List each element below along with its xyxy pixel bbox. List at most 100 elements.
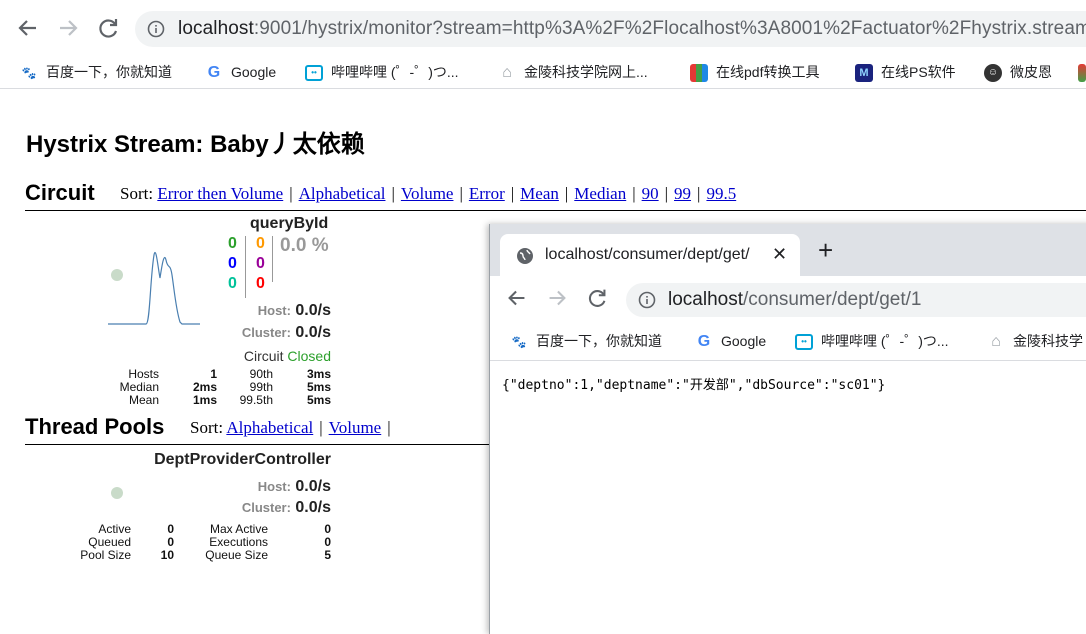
pool-sort-alphabetical-link[interactable]: Alphabetical [226, 418, 313, 437]
bookmark-pdf[interactable]: 在线pdf转换工具 [690, 60, 819, 84]
queue-size-value: 5 [324, 548, 331, 562]
google-icon: G [697, 333, 711, 351]
cluster-label: Cluster: [241, 500, 291, 515]
paw-icon: 🐾 [511, 335, 527, 350]
popup-address-bar[interactable]: localhost/consumer/dept/get/1 [626, 283, 1086, 317]
rejected-count: 0 [256, 255, 265, 272]
address-bar[interactable]: localhost:9001/hystrix/monitor?stream=ht… [135, 11, 1086, 47]
back-button[interactable] [14, 14, 42, 42]
reload-button[interactable] [94, 14, 122, 42]
thread-pools-divider [25, 444, 490, 445]
separator: | [319, 418, 323, 437]
paw-icon: 🐾 [21, 66, 37, 81]
bookmark-label: 百度一下，你就知道 [46, 64, 172, 80]
popup-back-button[interactable] [504, 285, 530, 316]
separator: | [289, 184, 293, 203]
cluster-label: Cluster: [241, 325, 291, 340]
cluster-rate-row: Cluster: 0.0/s [242, 324, 331, 342]
address-url: localhost:9001/hystrix/monitor?stream=ht… [178, 18, 1086, 40]
counts-divider [245, 236, 246, 298]
p995-label: 99.5th [239, 393, 273, 407]
circuit-heading: Circuit [25, 180, 95, 205]
house-icon: ⌂ [502, 64, 512, 82]
popup-bookmarks-bar: 🐾 百度一下，你就知道 G Google •• 哔哩哔哩 (゜-゜)つ... ⌂ 金陵科… [490, 322, 1086, 361]
separator: | [510, 184, 515, 203]
bookmark-google[interactable]: G Google [205, 60, 276, 84]
bookmark-baidu[interactable]: 🐾 百度一下，你就知道 [510, 329, 662, 353]
mean-label: Mean [128, 393, 159, 407]
popup-forward-button[interactable] [544, 285, 570, 316]
arrow-right-icon [549, 290, 566, 306]
bookmark-ps[interactable]: M 在线PS软件 [855, 60, 956, 84]
sort-error-then-volume-link[interactable]: Error then Volume [157, 184, 283, 203]
bookmark-more[interactable] [1078, 60, 1086, 84]
new-tab-button[interactable]: + [818, 237, 833, 263]
sort-error-link[interactable]: Error [469, 184, 505, 203]
sort-99-5-link[interactable]: 99.5 [706, 184, 736, 203]
bookmark-label: 在线pdf转换工具 [716, 64, 820, 80]
sort-90-link[interactable]: 90 [642, 184, 659, 203]
bookmark-jit[interactable]: ⌂ 金陵科技学 [987, 329, 1083, 353]
url-host: localhost [178, 18, 254, 39]
popup-address-url: localhost/consumer/dept/get/1 [668, 289, 922, 311]
bookmarks-bar: 🐾 百度一下，你就知道 G Google •• 哔哩哔哩 (゜-゜)つ... ⌂ 金陵科… [0, 56, 1086, 89]
pool-sort-volume-link[interactable]: Volume [329, 418, 382, 437]
bookmark-label: 百度一下，你就知道 [536, 333, 662, 349]
sort-mean-link[interactable]: Mean [520, 184, 559, 203]
bookmark-jit[interactable]: ⌂ 金陵科技学院网上... [498, 60, 648, 84]
bookmark-google[interactable]: G Google [695, 329, 766, 353]
bookmark-bilibili[interactable]: •• 哔哩哔哩 (゜-゜)つ... [795, 329, 949, 353]
separator: | [387, 418, 391, 437]
sort-99-link[interactable]: 99 [674, 184, 691, 203]
json-response: {"deptno":1,"deptname":"开发部","dbSource":… [502, 378, 886, 393]
thread-pool-name: DeptProviderController [154, 451, 331, 468]
bookmark-label: 金陵科技学院网上... [524, 64, 648, 80]
forward-button[interactable] [54, 14, 82, 42]
host-rate-row: Host: 0.0/s [258, 302, 331, 320]
browser-toolbar: localhost:9001/hystrix/monitor?stream=ht… [0, 0, 1086, 56]
bookmark-label: Google [231, 64, 277, 80]
bookmark-label: 金陵科技学 [1013, 333, 1083, 349]
sort-volume-link[interactable]: Volume [401, 184, 454, 203]
cluster-rate: 0.0/s [295, 324, 331, 341]
popup-tab[interactable]: localhost/consumer/dept/get/ ✕ [500, 234, 800, 276]
host-label: Host: [257, 303, 291, 318]
info-icon[interactable] [638, 291, 656, 314]
ps-icon: M [855, 64, 873, 83]
separator: | [697, 184, 701, 203]
pool-host-rate-row: Host: 0.0/s [258, 478, 331, 496]
counts-divider-2 [272, 236, 273, 282]
close-icon[interactable]: ✕ [772, 244, 787, 265]
host-rate: 0.0/s [295, 478, 331, 495]
bookmark-baidu[interactable]: 🐾 百度一下，你就知道 [20, 60, 172, 84]
circuit-status-row: Circuit Closed [244, 348, 331, 364]
colorful-icon [1078, 64, 1086, 83]
url-host: localhost [668, 289, 743, 310]
success-count: 0 [228, 235, 237, 252]
circuit-sort-bar: Sort: Error then Volume | Alphabetical | Vol… [120, 184, 736, 204]
popup-browser-window[interactable]: localhost/consumer/dept/get/ ✕ + localho… [489, 224, 1086, 634]
cluster-rate: 0.0/s [295, 499, 331, 516]
p995-value: 5ms [306, 393, 331, 407]
separator: | [391, 184, 395, 203]
bookmark-bilibili[interactable]: •• 哔哩哔哩 (゜-゜)つ... [305, 60, 459, 84]
thread-pools-sort-bar: Sort: Alphabetical | Volume | [190, 418, 397, 438]
bookmark-label: 微皮恩 [1010, 64, 1052, 80]
url-path: :9001/hystrix/monitor?stream=http%3A%2F%… [253, 18, 1086, 39]
arrow-left-icon [18, 20, 36, 36]
info-icon[interactable] [147, 20, 165, 43]
sort-median-link[interactable]: Median [574, 184, 626, 203]
bookmark-label: 哔哩哔哩 (゜-゜)つ... [331, 64, 459, 80]
host-label: Host: [257, 479, 291, 494]
failure-count: 0 [256, 275, 265, 292]
reload-icon [588, 289, 606, 307]
bookmark-label: 在线PS软件 [881, 64, 956, 80]
popup-reload-button[interactable] [584, 285, 610, 316]
thread-pools-heading: Thread Pools [25, 414, 165, 439]
circuit-name: queryById [250, 215, 329, 232]
reload-icon [99, 19, 118, 38]
sort-alphabetical-link[interactable]: Alphabetical [299, 184, 386, 203]
sort-label: Sort: [120, 184, 154, 203]
bookmark-vpn[interactable]: ☺ 微皮恩 [984, 60, 1052, 84]
tv-icon: •• [795, 334, 813, 351]
